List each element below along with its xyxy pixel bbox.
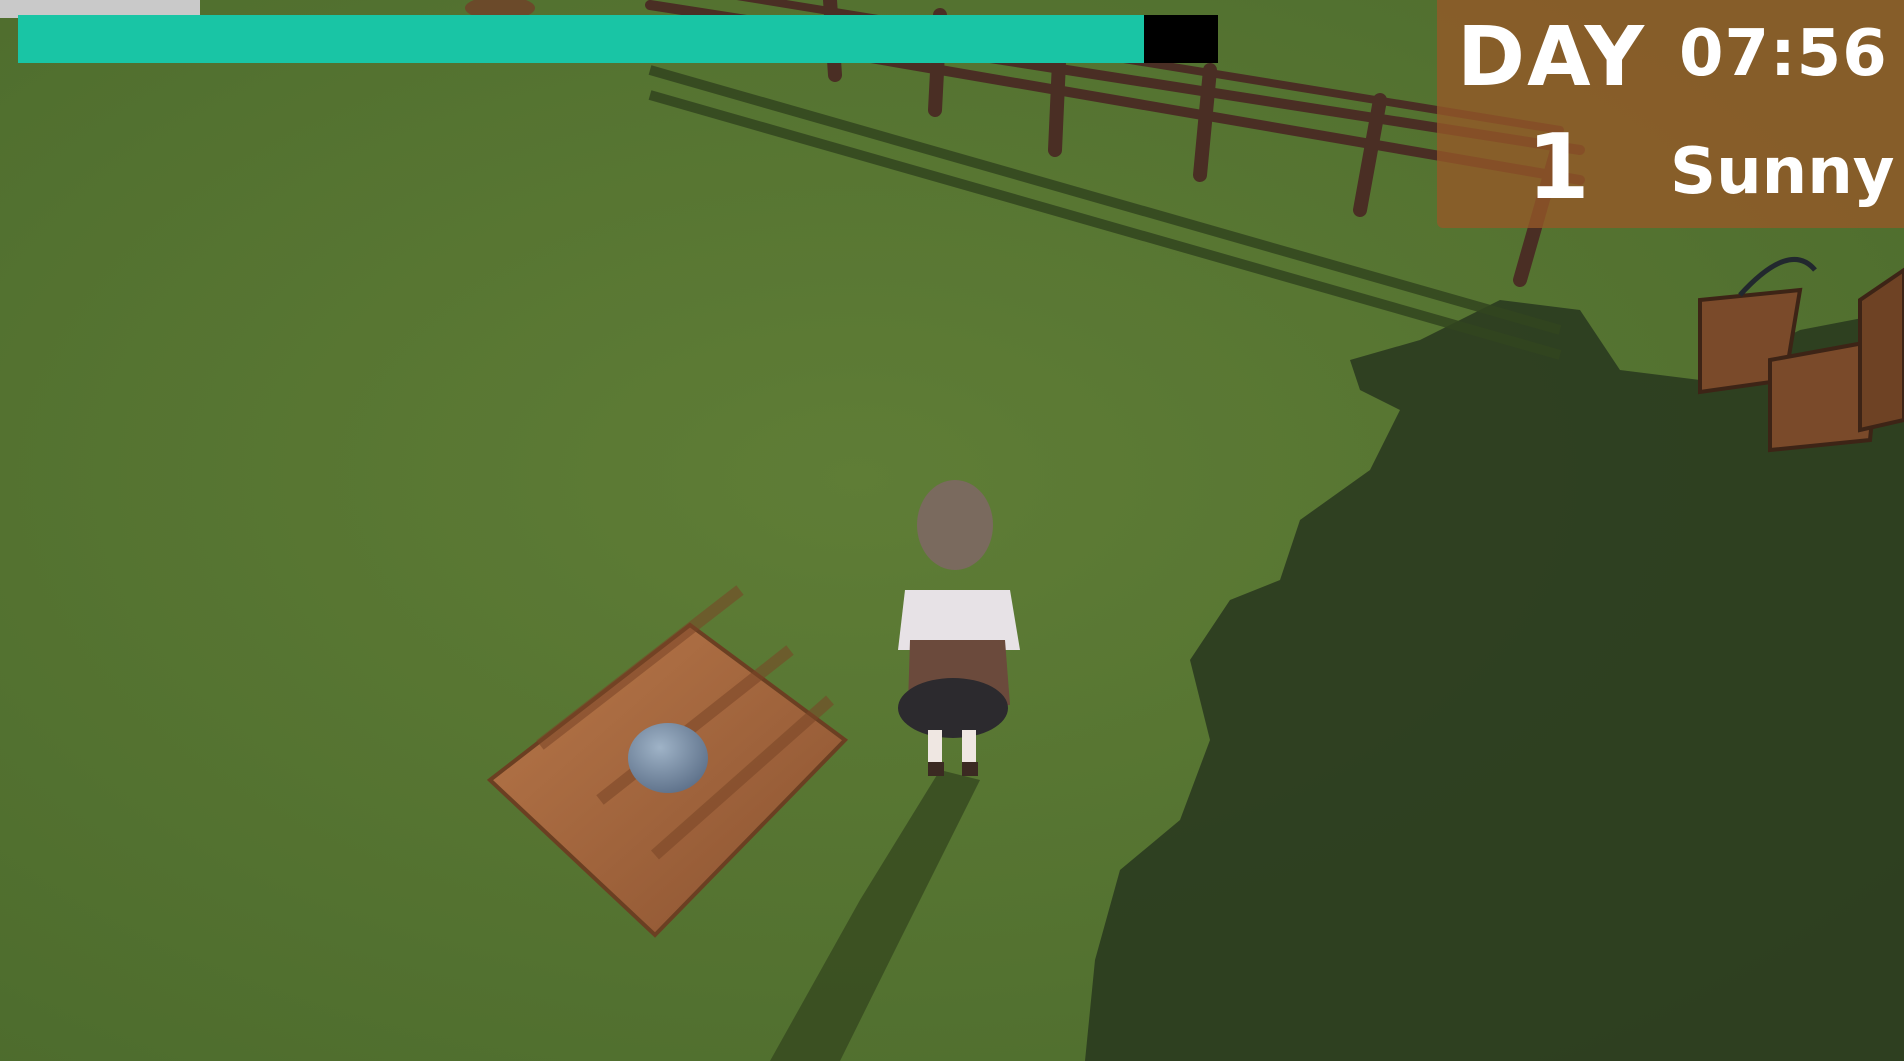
seed	[628, 723, 708, 793]
clock-time: 07:56	[1679, 17, 1888, 91]
weather-label: Sunny	[1670, 135, 1895, 209]
day-label: DAY	[1457, 10, 1647, 105]
day-time-panel: DAY 07:56 1 Sunny	[1437, 0, 1904, 228]
day-number: 1	[1527, 115, 1590, 220]
stamina-fill	[18, 15, 1144, 63]
stamina-bar	[18, 15, 1218, 63]
